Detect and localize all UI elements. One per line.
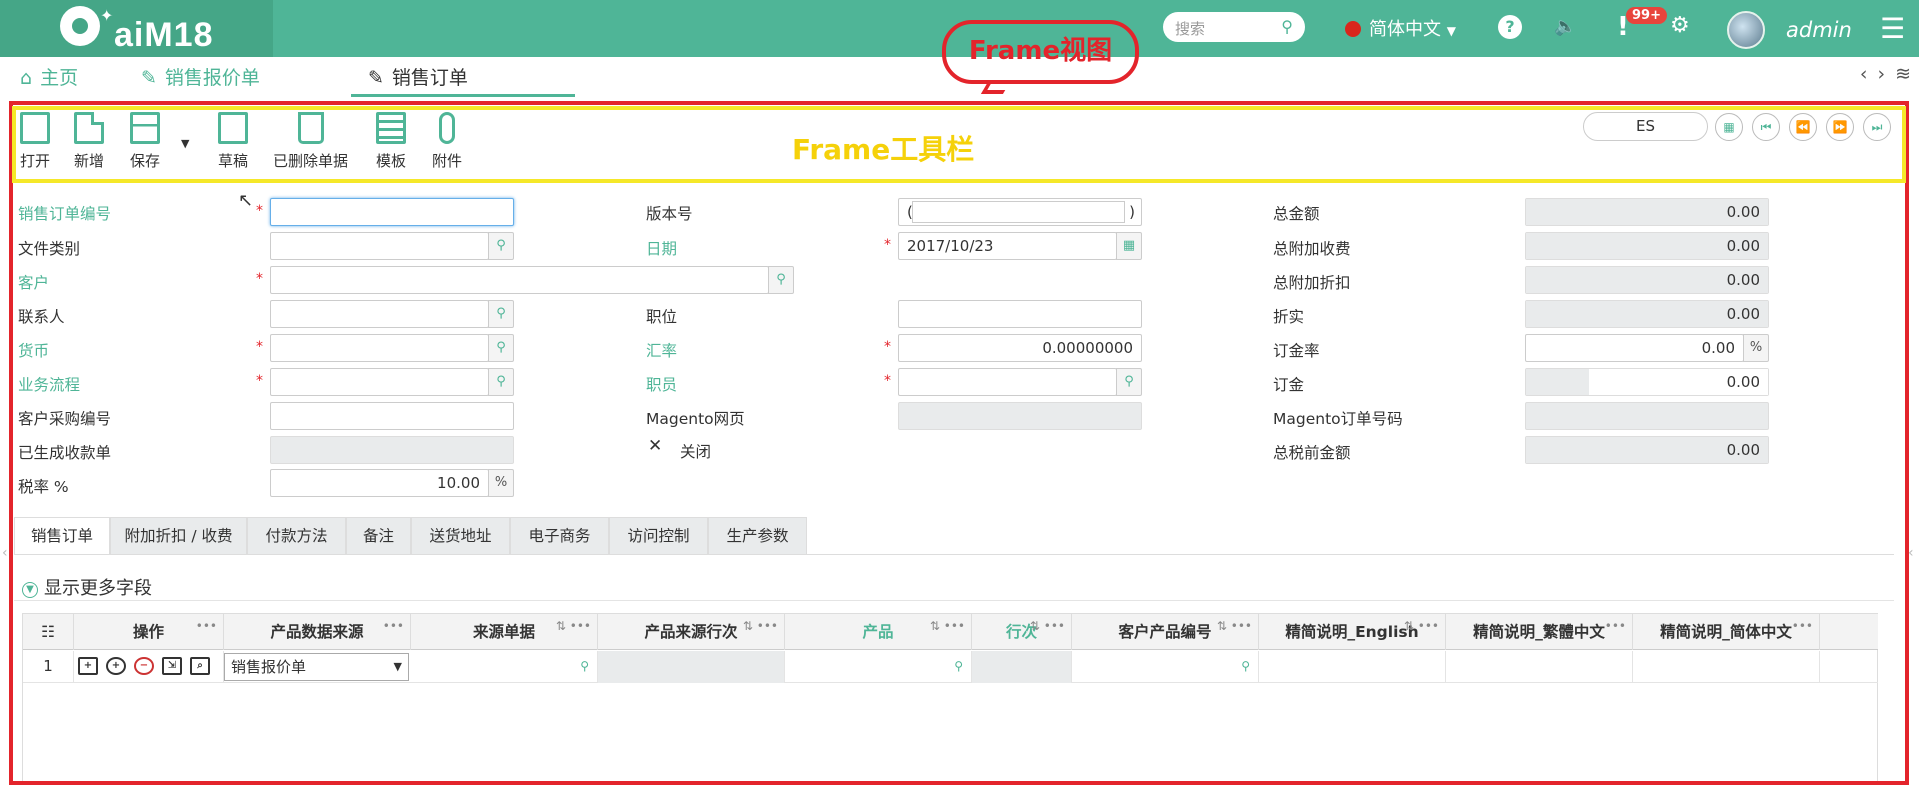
tab-label: 销售报价单 bbox=[164, 67, 260, 89]
tab-home[interactable]: ⌂ 主页 bbox=[20, 63, 78, 90]
tab-scroll-controls: ‹ › ≋ bbox=[1850, 63, 1911, 85]
home-icon: ⌂ bbox=[20, 67, 33, 89]
tab-sales-order[interactable]: ✎ 销售订单 bbox=[368, 63, 468, 90]
caret-down-icon: ▼ bbox=[1446, 24, 1456, 38]
logo-text: aiM18 bbox=[114, 16, 214, 54]
layers-icon[interactable]: ≋ bbox=[1895, 63, 1911, 85]
active-tab-indicator bbox=[351, 94, 575, 97]
gear-icon[interactable]: ⚙ bbox=[1670, 13, 1690, 38]
user-name[interactable]: admin bbox=[1786, 18, 1852, 42]
speaker-icon[interactable]: 🔈 bbox=[1554, 16, 1576, 37]
logo-sparkle-icon: ✦ bbox=[100, 6, 114, 25]
collapse-left-icon[interactable]: ‹ bbox=[2, 545, 8, 561]
chevron-right-icon[interactable]: › bbox=[1877, 63, 1885, 85]
flag-icon bbox=[1345, 21, 1361, 37]
avatar[interactable] bbox=[1727, 11, 1765, 49]
edit-doc-icon: ✎ bbox=[141, 67, 157, 89]
logo-icon bbox=[60, 6, 100, 46]
frame-toolbar-label: Frame工具栏 bbox=[792, 133, 975, 166]
language-selector[interactable]: 简体中文 ▼ bbox=[1345, 15, 1456, 41]
tab-sales-quotation[interactable]: ✎ 销售报价单 bbox=[141, 63, 260, 90]
notification-badge: 99+ bbox=[1626, 7, 1667, 24]
logo-area[interactable]: ✦ aiM18 bbox=[0, 0, 273, 57]
tab-label: 销售订单 bbox=[391, 67, 468, 89]
chevron-left-icon[interactable]: ‹ bbox=[1860, 63, 1868, 85]
search-icon[interactable]: ⚲ bbox=[1281, 17, 1293, 36]
language-label: 简体中文 bbox=[1369, 19, 1441, 40]
search-placeholder: 搜索 bbox=[1175, 20, 1206, 38]
frame-view-callout: Frame视图 bbox=[942, 20, 1139, 84]
menu-icon[interactable]: ☰ bbox=[1880, 12, 1905, 45]
help-icon[interactable]: ? bbox=[1498, 15, 1522, 39]
search-input[interactable]: 搜索 ⚲ bbox=[1163, 12, 1305, 42]
edit-doc-icon: ✎ bbox=[368, 67, 384, 89]
tab-label: 主页 bbox=[40, 67, 79, 89]
frame-view-highlight bbox=[9, 101, 1909, 785]
